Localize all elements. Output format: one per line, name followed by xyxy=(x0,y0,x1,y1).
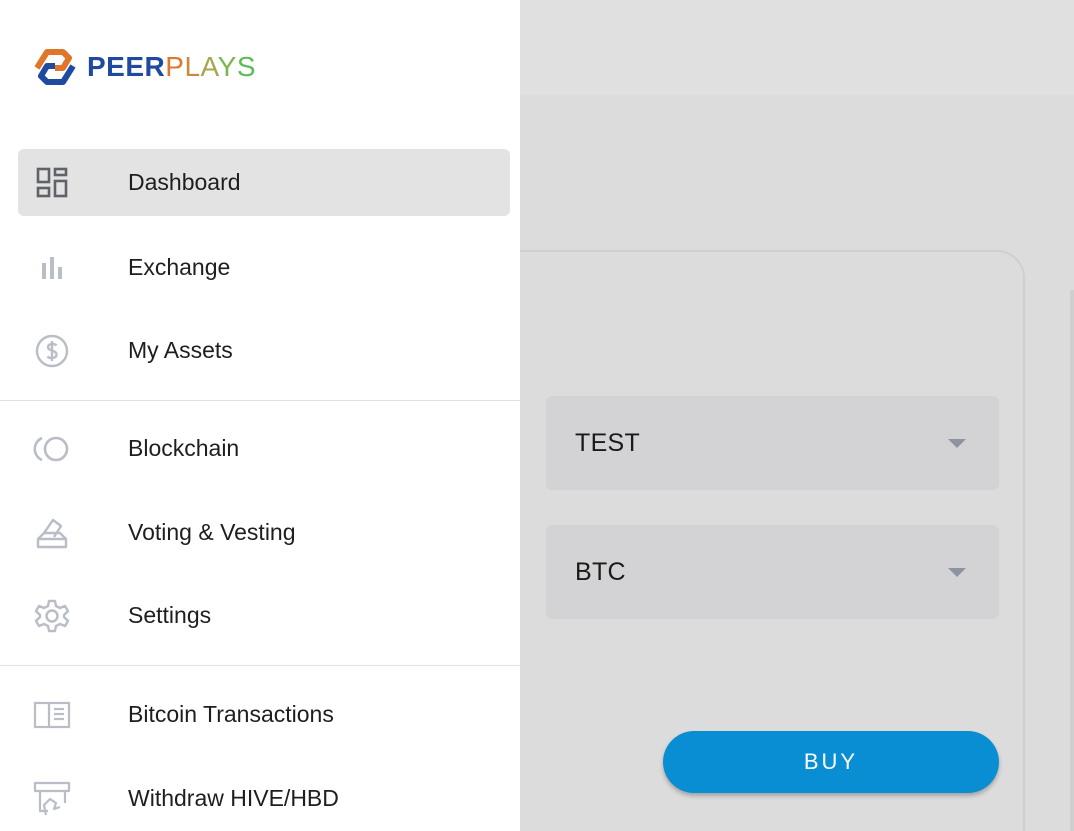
nav-label: Blockchain xyxy=(128,435,240,461)
nav-item-settings[interactable]: Settings xyxy=(18,582,510,649)
peerplays-wordmark: PEERPLAYS xyxy=(87,46,256,88)
quote-select[interactable]: BTC xyxy=(546,525,999,619)
nav-label: My Assets xyxy=(128,337,233,363)
wordmark-letter: Y xyxy=(217,51,237,82)
wordmark-letter: L xyxy=(184,51,201,82)
nav-item-dashboard[interactable]: Dashboard xyxy=(18,149,510,216)
nav-label: Bitcoin Transactions xyxy=(128,701,334,727)
asset-select-value: TEST xyxy=(575,429,641,457)
chevron-down-icon xyxy=(948,439,966,448)
wordmark-letter: S xyxy=(236,51,256,82)
blockchain-icon xyxy=(32,429,72,469)
nav-label: Exchange xyxy=(128,254,231,280)
nav-divider xyxy=(0,665,520,666)
nav-item-exchange[interactable]: Exchange xyxy=(18,234,510,301)
nav-item-withdraw-hive-hbd[interactable]: Withdraw HIVE/HBD xyxy=(18,765,510,831)
gear-icon xyxy=(32,596,72,636)
nav-item-my-assets[interactable]: My Assets xyxy=(18,317,510,384)
buy-button[interactable]: BUY xyxy=(663,731,999,793)
nav-label: Settings xyxy=(128,602,212,628)
vote-icon xyxy=(32,513,72,553)
book-icon xyxy=(32,695,72,735)
nav-item-blockchain[interactable]: Blockchain xyxy=(18,415,510,482)
nav-label: Voting & Vesting xyxy=(128,519,296,545)
quote-select-value: BTC xyxy=(575,558,626,586)
wordmark-letter: A xyxy=(200,51,218,82)
nav-label: Withdraw HIVE/HBD xyxy=(128,785,339,811)
bar-chart-icon xyxy=(32,248,72,288)
adjacent-panel-edge xyxy=(1070,290,1074,831)
nav-label: Dashboard xyxy=(128,169,241,195)
nav-item-voting-vesting[interactable]: Voting & Vesting xyxy=(18,499,510,566)
nav-divider xyxy=(0,400,520,401)
navigation-drawer: PEERPLAYS Dashboard Exchange My Assets B… xyxy=(0,0,520,831)
wordmark-letter: P xyxy=(165,51,185,82)
dollar-circle-icon xyxy=(32,331,72,371)
dashboard-icon xyxy=(32,163,72,203)
peerplays-logo[interactable]: PEERPLAYS xyxy=(33,46,256,88)
asset-select[interactable]: TEST xyxy=(546,396,999,490)
nav-item-bitcoin-transactions[interactable]: Bitcoin Transactions xyxy=(18,681,510,748)
wordmark-peer: PEER xyxy=(87,51,166,82)
peerplays-logo-icon xyxy=(34,49,76,85)
chevron-down-icon xyxy=(948,568,966,577)
withdraw-icon xyxy=(32,779,72,819)
